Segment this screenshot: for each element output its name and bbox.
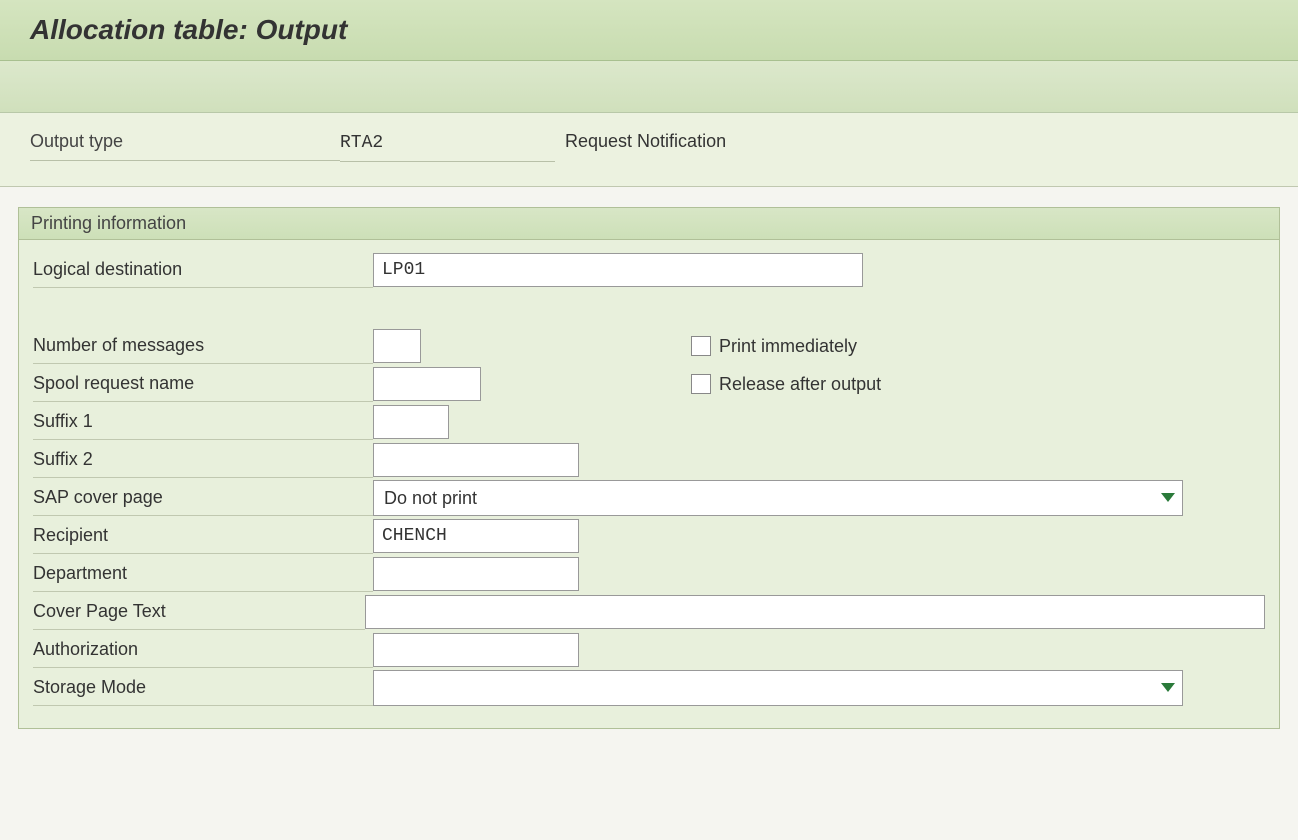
row-cover-page-text: Cover Page Text (33, 594, 1265, 630)
page-header: Allocation table: Output (0, 0, 1298, 61)
row-sap-cover-page: SAP cover page Do not print (33, 480, 1265, 516)
sap-cover-page-label: SAP cover page (33, 480, 373, 516)
page-title: Allocation table: Output (30, 14, 1268, 46)
logical-destination-input[interactable] (373, 253, 863, 287)
storage-mode-value (374, 684, 1154, 692)
row-storage-mode: Storage Mode (33, 670, 1265, 706)
spool-request-name-input[interactable] (373, 367, 481, 401)
output-type-description: Request Notification (555, 131, 726, 152)
suffix2-input[interactable] (373, 443, 579, 477)
row-logical-destination: Logical destination (33, 252, 1265, 288)
sap-cover-page-dropdown[interactable]: Do not print (373, 480, 1183, 516)
cover-page-text-input[interactable] (365, 595, 1265, 629)
cover-page-text-label: Cover Page Text (33, 594, 365, 630)
department-label: Department (33, 556, 373, 592)
row-recipient: Recipient (33, 518, 1265, 554)
output-type-label: Output type (30, 131, 340, 161)
row-authorization: Authorization (33, 632, 1265, 668)
toolbar-spacer (0, 61, 1298, 113)
print-immediately-checkbox[interactable] (691, 336, 711, 356)
suffix1-input[interactable] (373, 405, 449, 439)
group-title: Printing information (18, 207, 1280, 239)
number-of-messages-input[interactable] (373, 329, 421, 363)
print-immediately-group: Print immediately (691, 336, 857, 357)
row-department: Department (33, 556, 1265, 592)
suffix1-label: Suffix 1 (33, 404, 373, 440)
release-after-output-checkbox[interactable] (691, 374, 711, 394)
authorization-input[interactable] (373, 633, 579, 667)
row-number-of-messages: Number of messages Print immediately (33, 328, 1265, 364)
suffix2-label: Suffix 2 (33, 442, 373, 478)
printing-information-group: Printing information Logical destination… (18, 207, 1280, 729)
row-suffix1: Suffix 1 (33, 404, 1265, 440)
authorization-label: Authorization (33, 632, 373, 668)
print-immediately-label: Print immediately (719, 336, 857, 357)
group-body: Logical destination Number of messages P… (18, 239, 1280, 729)
dropdown-arrow-icon (1154, 493, 1182, 503)
department-input[interactable] (373, 557, 579, 591)
recipient-input[interactable] (373, 519, 579, 553)
row-spool-request-name: Spool request name Release after output (33, 366, 1265, 402)
row-suffix2: Suffix 2 (33, 442, 1265, 478)
release-after-output-label: Release after output (719, 374, 881, 395)
logical-destination-label: Logical destination (33, 252, 373, 288)
dropdown-arrow-icon (1154, 683, 1182, 693)
recipient-label: Recipient (33, 518, 373, 554)
sap-cover-page-value: Do not print (374, 484, 1154, 513)
output-type-bar: Output type RTA2 Request Notification (0, 113, 1298, 187)
number-of-messages-label: Number of messages (33, 328, 373, 364)
storage-mode-label: Storage Mode (33, 670, 373, 706)
spool-request-name-label: Spool request name (33, 366, 373, 402)
release-after-output-group: Release after output (691, 374, 881, 395)
output-type-value: RTA2 (340, 133, 555, 162)
storage-mode-dropdown[interactable] (373, 670, 1183, 706)
